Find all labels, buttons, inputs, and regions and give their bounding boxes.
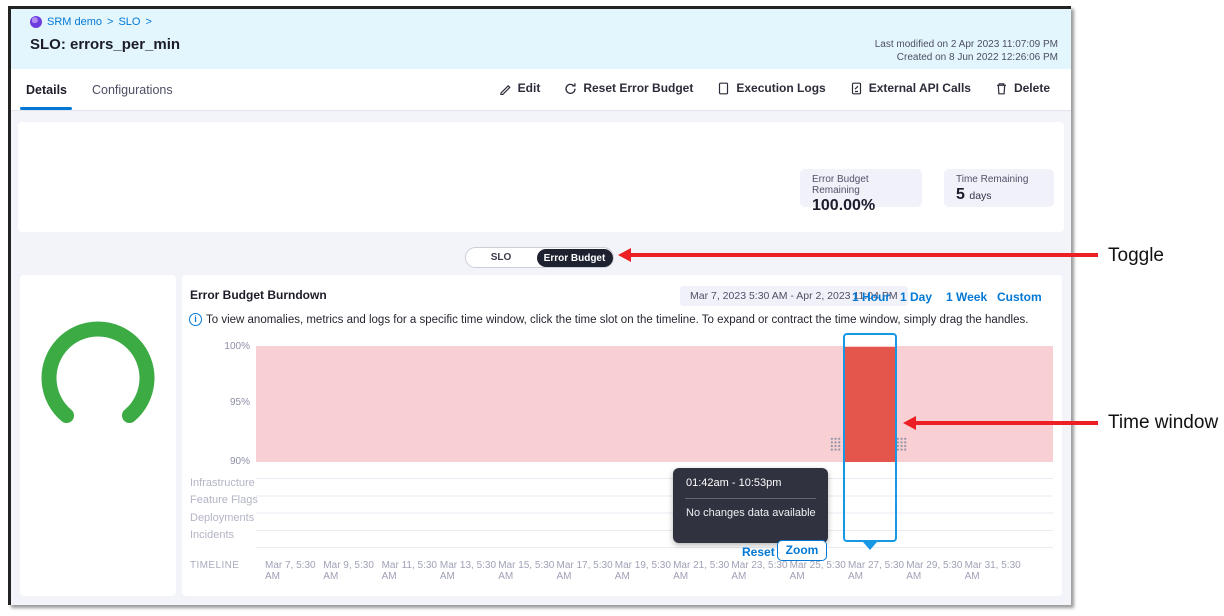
toggle-annotation-arrow [630, 253, 1098, 257]
tab-configurations[interactable]: Configurations [92, 83, 173, 97]
x-tick: Mar 19, 5:30 AM [615, 560, 673, 582]
breadcrumb-link-srm-demo[interactable]: SRM demo [47, 16, 102, 28]
toggle-option-slo[interactable]: SLO [466, 248, 536, 267]
tooltip-divider [685, 498, 816, 499]
x-tick: Mar 27, 5:30 AM [848, 560, 906, 582]
row-label-incidents: Incidents [190, 529, 234, 541]
x-tick: Mar 7, 5:30 AM [265, 560, 323, 582]
x-tick: Mar 21, 5:30 AM [673, 560, 731, 582]
breadcrumb: SRM demo > SLO > [30, 16, 152, 28]
edit-button[interactable]: Edit [499, 81, 541, 95]
row-label-deployments: Deployments [190, 512, 254, 524]
timeline-label: TIMELINE [190, 560, 239, 571]
y-tick-90: 90% [210, 456, 250, 467]
x-tick: Mar 23, 5:30 AM [731, 560, 789, 582]
page-title: SLO: errors_per_min [30, 36, 180, 53]
breadcrumb-separator: > [107, 16, 113, 28]
reset-error-budget-button[interactable]: Reset Error Budget [564, 81, 693, 95]
execution-logs-label: Execution Logs [736, 81, 825, 95]
time-remaining-unit: days [969, 190, 991, 202]
reset-icon [564, 82, 577, 95]
edit-label: Edit [518, 81, 541, 95]
x-tick: Mar 13, 5:30 AM [440, 560, 498, 582]
external-api-calls-label: External API Calls [869, 81, 971, 95]
breadcrumb-separator: > [145, 16, 151, 28]
delete-button[interactable]: Delete [995, 81, 1050, 95]
drag-handle-right[interactable] [896, 437, 907, 451]
change-rows-area[interactable] [256, 462, 1053, 548]
execution-logs-button[interactable]: Execution Logs [717, 81, 825, 95]
time-window-annotation-text: Time window [1108, 412, 1218, 434]
document-icon [717, 82, 730, 95]
external-api-calls-button[interactable]: External API Calls [850, 81, 971, 95]
info-icon: i [189, 313, 202, 326]
timeline-ticks: Mar 7, 5:30 AM Mar 9, 5:30 AM Mar 11, 5:… [265, 560, 1023, 582]
toggle-option-error-budget[interactable]: Error Budget [537, 249, 613, 267]
breadcrumb-link-slo[interactable]: SLO [118, 16, 140, 28]
y-tick-95: 95% [210, 397, 250, 408]
x-tick: Mar 11, 5:30 AM [382, 560, 440, 582]
x-tick: Mar 25, 5:30 AM [790, 560, 848, 582]
time-remaining-stat-label: Time Remaining [956, 174, 1042, 185]
active-tab-underline [20, 107, 72, 110]
created-text: Created on 8 Jun 2022 12:26:06 PM [875, 51, 1058, 64]
range-1-week[interactable]: 1 Week [946, 290, 987, 304]
slo-error-budget-toggle[interactable]: SLO Error Budget [465, 247, 614, 268]
time-window-selection[interactable] [843, 333, 897, 542]
srm-logo-icon [30, 16, 42, 28]
toggle-annotation-text: Toggle [1108, 245, 1164, 267]
action-bar: Edit Reset Error Budget Execution Logs E… [499, 81, 1050, 95]
tab-details[interactable]: Details [26, 83, 67, 97]
reset-button[interactable]: Reset [742, 545, 775, 559]
time-window-pointer-icon [863, 542, 877, 550]
tooltip-message: No changes data available [686, 507, 816, 519]
last-modified-text: Last modified on 2 Apr 2023 11:07:09 PM [875, 38, 1058, 51]
range-custom[interactable]: Custom [997, 290, 1042, 304]
reset-error-budget-label: Reset Error Budget [583, 81, 693, 95]
time-window-annotation-arrow [915, 421, 1098, 425]
range-1-day[interactable]: 1 Day [900, 290, 932, 304]
x-tick: Mar 15, 5:30 AM [498, 560, 556, 582]
error-budget-band[interactable] [256, 346, 1053, 462]
document-external-icon [850, 82, 863, 95]
time-slot-tooltip: 01:42am - 10:53pm No changes data availa… [673, 468, 828, 543]
timestamps: Last modified on 2 Apr 2023 11:07:09 PM … [875, 38, 1058, 64]
screenshot-canvas: SRM demo > SLO > SLO: errors_per_min Las… [0, 0, 1224, 616]
pencil-icon [499, 82, 512, 95]
x-tick: Mar 31, 5:30 AM [965, 560, 1023, 582]
error-budget-gauge [20, 302, 176, 437]
y-tick-100: 100% [210, 341, 250, 352]
x-tick: Mar 29, 5:30 AM [906, 560, 964, 582]
error-budget-remaining-stat-value: 100.00% [812, 197, 910, 215]
drag-handle-left[interactable] [830, 437, 841, 451]
error-budget-remaining-stat-label: Error Budget Remaining [812, 174, 910, 196]
row-label-infrastructure: Infrastructure [190, 477, 255, 489]
error-budget-remaining-stat: Error Budget Remaining 100.00% [800, 169, 922, 207]
burndown-info-text: To view anomalies, metrics and logs for … [206, 314, 1028, 326]
trash-icon [995, 82, 1008, 95]
time-remaining-stat: Time Remaining 5 days [944, 169, 1054, 207]
delete-label: Delete [1014, 81, 1050, 95]
burndown-title: Error Budget Burndown [190, 288, 327, 302]
x-tick: Mar 9, 5:30 AM [323, 560, 381, 582]
tooltip-time-range: 01:42am - 10:53pm [686, 477, 781, 489]
time-remaining-stat-value: 5 days [956, 186, 1042, 204]
range-1-hour[interactable]: 1 Hour [852, 290, 890, 304]
row-label-feature-flags: Feature Flags [190, 494, 258, 506]
zoom-button[interactable]: Zoom [777, 540, 827, 561]
x-tick: Mar 17, 5:30 AM [556, 560, 614, 582]
time-window-fill [845, 347, 895, 462]
